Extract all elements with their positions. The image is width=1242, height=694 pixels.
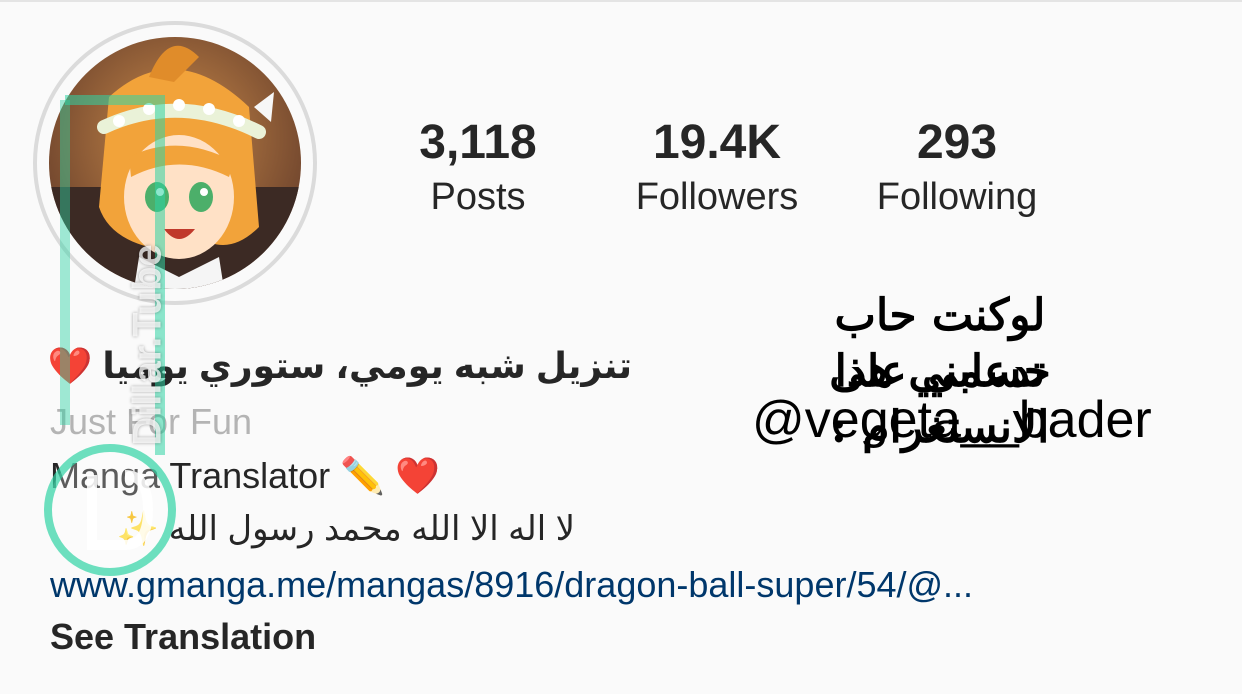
following-count: 293: [916, 116, 998, 169]
posts-label: Posts: [430, 176, 526, 218]
top-divider: [0, 0, 1242, 2]
overlay-instagram-handle: @vegeta__bader: [752, 391, 1152, 449]
posts-stat[interactable]: 3,118 Posts: [398, 112, 558, 220]
followers-count: 19.4K: [652, 116, 782, 169]
profile-name-text: تنزيل شبه يومي، ستوري يوميا: [102, 345, 632, 386]
heart-icon: ❤️: [47, 346, 93, 387]
bio-shahada-text: لا اله الا الله محمد رسول الله: [168, 510, 575, 548]
bio-title-text: Manga Translator: [50, 455, 331, 496]
profile-category: Just For Fun: [50, 401, 253, 442]
following-stat[interactable]: 293 Following: [852, 112, 1062, 220]
bio-link[interactable]: www.gmanga.me/mangas/8916/dragon-ball-su…: [50, 562, 973, 608]
see-translation-button[interactable]: See Translation: [50, 614, 316, 660]
bio-shahada: لا اله الا الله محمد رسول الله ✨: [50, 506, 575, 552]
sparkles-icon: ✨: [116, 509, 160, 549]
heart-icon: ❤️: [395, 456, 440, 497]
posts-count: 3,118: [419, 116, 537, 169]
avatar-image: [49, 37, 301, 289]
profile-name: تنزيل شبه يومي، ستوري يوميا ❤️: [47, 340, 633, 393]
followers-stat[interactable]: 19.4K Followers: [612, 112, 822, 220]
pencil-icon: ✏️: [340, 456, 385, 497]
bio-title: Manga Translator ✏️ ❤️: [50, 452, 440, 501]
followers-label: Followers: [635, 176, 799, 218]
following-label: Following: [876, 176, 1038, 218]
avatar[interactable]: [49, 37, 301, 289]
